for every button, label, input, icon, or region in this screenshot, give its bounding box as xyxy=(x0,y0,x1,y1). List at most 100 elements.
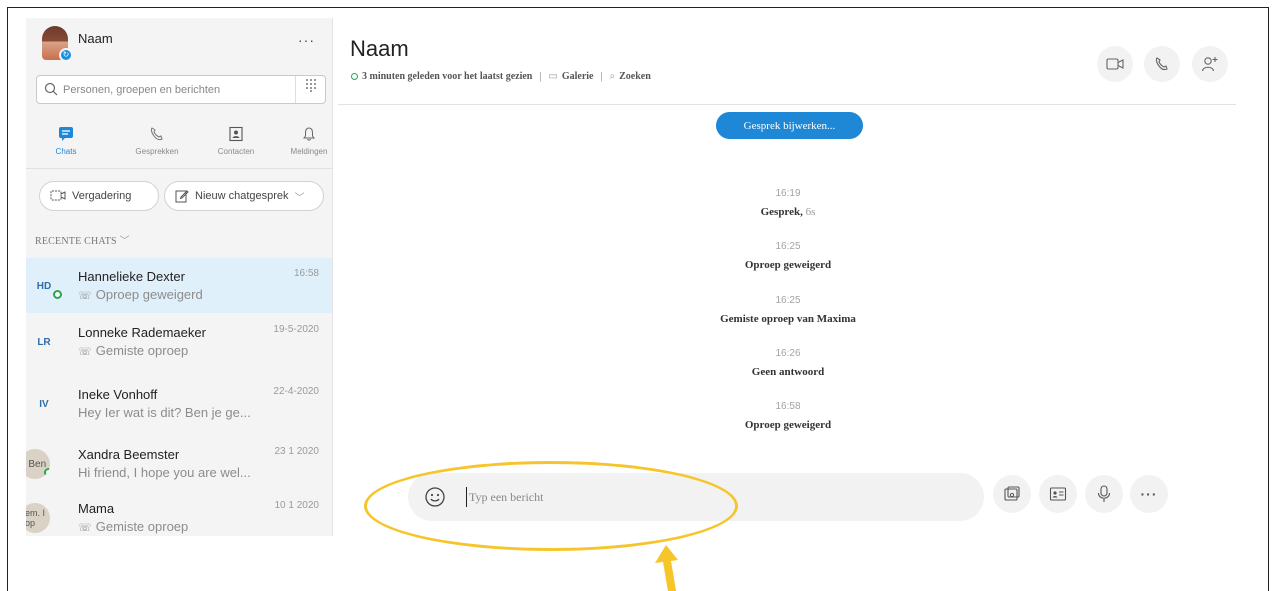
phone-icon: ☏ xyxy=(78,522,92,534)
status-badge: ↻ xyxy=(59,48,73,62)
avatar: LR xyxy=(37,336,51,348)
chat-preview: Hey Ier wat is dit? Ben je ge... xyxy=(78,405,251,420)
chat-preview: ☏ Gemiste oproep xyxy=(78,343,189,358)
chat-time: 22-4-2020 xyxy=(273,386,319,397)
phone-icon: ☏ xyxy=(78,346,92,358)
gallery-icon: ▭ xyxy=(548,71,558,82)
chat-name: Mama xyxy=(78,501,115,516)
contact-card-icon xyxy=(1049,487,1067,501)
new-chat-button[interactable]: Nieuw chatgesprek ﹀ xyxy=(164,181,324,211)
chat-time: 16:58 xyxy=(293,268,319,279)
tab-meldingen[interactable]: Meldingen xyxy=(274,123,332,156)
chat-name: Lonneke Rademaeker xyxy=(78,325,206,340)
list-item[interactable]: LR Lonneke Rademaeker 19-5-2020 ☏ Gemiste… xyxy=(26,314,332,369)
meeting-label: Vergadering xyxy=(72,190,132,202)
send-contact-button[interactable] xyxy=(1039,475,1077,513)
event-text: Geen antwoord xyxy=(751,366,825,378)
image-icon xyxy=(1004,486,1020,501)
nav-bar: Chats Gesprekken Contacten Meldingen xyxy=(26,115,332,169)
add-people-button[interactable] xyxy=(1192,46,1228,82)
add-person-icon xyxy=(1201,57,1218,72)
microphone-icon xyxy=(1097,485,1111,502)
chat-time: 19-5-2020 xyxy=(273,324,319,335)
message-input[interactable] xyxy=(466,487,886,507)
call-event: 16:19 Gesprek, 6s xyxy=(688,188,888,218)
online-status-icon xyxy=(53,290,62,299)
avatar: HD xyxy=(29,271,62,301)
profile-name: Naam xyxy=(78,31,113,46)
gallery-link[interactable]: Galerie xyxy=(562,71,594,82)
dialpad-icon[interactable] xyxy=(295,76,325,103)
search-input[interactable] xyxy=(63,80,293,100)
compose-icon xyxy=(175,190,189,203)
more-icon: ··· xyxy=(1140,486,1158,502)
search-link[interactable]: Zoeken xyxy=(619,71,651,82)
tab-label: Gesprekken xyxy=(135,147,179,156)
call-event: 16:25 Oproep geweigerd xyxy=(688,241,888,271)
list-item[interactable]: eem. I hop Mama 10 1 2020 ☏Gemiste oproe… xyxy=(26,490,332,536)
call-event: 16:58 Oproep geweigerd xyxy=(688,401,888,431)
search-box[interactable] xyxy=(36,75,326,104)
chat-preview: ☏ Gemiste oproep xyxy=(78,519,189,534)
divider: | xyxy=(600,71,603,82)
chat-preview: ☏ Oproep geweigerd xyxy=(78,287,203,302)
tab-label: Contacten xyxy=(217,147,255,156)
tab-label: Meldingen xyxy=(290,147,328,156)
event-text: Gemiste oproep van Maxima xyxy=(720,313,856,325)
call-event: 16:26 Geen antwoord xyxy=(688,348,888,378)
event-text: Oproep geweigerd xyxy=(744,259,832,271)
contacts-icon xyxy=(229,126,243,142)
event-time: 16:25 xyxy=(775,241,801,252)
video-call-button[interactable] xyxy=(1097,46,1133,82)
event-time: 16:58 xyxy=(775,401,801,412)
search-icon xyxy=(44,82,58,96)
avatar: IV xyxy=(39,398,49,410)
chevron-down-icon: ﹀ xyxy=(294,192,305,204)
sidebar: ↻ Naam ··· Chats Gesprekken Contacte xyxy=(26,18,333,536)
chevron-down-icon: ﹀ xyxy=(119,236,130,247)
chat-name: Ineke Vonhoff xyxy=(78,387,158,402)
avatar: eem. I hop xyxy=(26,503,50,533)
update-conversation-button[interactable]: Gesprek bijwerken... xyxy=(716,112,863,139)
chat-preview: Hi friend, I hope you are wel... xyxy=(78,465,251,480)
chat-name: Hannelieke Dexter xyxy=(78,269,185,284)
meeting-button[interactable]: Vergadering xyxy=(39,181,159,211)
event-text: Gesprek, 6s xyxy=(760,206,816,218)
tab-gesprekken[interactable]: Gesprekken xyxy=(122,123,192,156)
message-composer xyxy=(408,473,984,521)
tab-contacten[interactable]: Contacten xyxy=(201,123,271,156)
audio-call-button[interactable] xyxy=(1144,46,1180,82)
page-title: Naam xyxy=(350,36,409,61)
video-meeting-icon xyxy=(50,190,66,201)
list-item[interactable]: ? Ben Xandra Beemster 23 1 2020 Hi frien… xyxy=(26,436,332,491)
more-options-icon[interactable]: ··· xyxy=(298,32,315,48)
event-text: Oproep geweigerd xyxy=(744,419,832,431)
media-gallery-button[interactable] xyxy=(993,475,1031,513)
list-item[interactable]: HD Hannelieke Dexter 16:58 ☏ Oproep gewei… xyxy=(26,258,332,313)
event-time: 16:25 xyxy=(775,295,801,306)
recent-chats-label: RECENTE CHATS xyxy=(35,236,117,247)
emoji-icon[interactable] xyxy=(424,486,446,508)
conversation-meta: 3 minuten geleden voor het laatst gezien… xyxy=(351,71,651,82)
list-item[interactable]: IV Ineke Vonhoff 22-4-2020 Hey Ier wat i… xyxy=(26,376,332,431)
app-window: ↻ Naam ··· Chats Gesprekken Contacte xyxy=(7,7,1269,591)
phone-icon xyxy=(1155,57,1168,71)
chat-name: Xandra Beemster xyxy=(78,447,180,462)
avatar[interactable]: ↻ xyxy=(42,26,73,62)
new-chat-label: Nieuw chatgesprek xyxy=(195,190,289,202)
voice-message-button[interactable] xyxy=(1085,475,1123,513)
more-options-button[interactable]: ··· xyxy=(1130,475,1168,513)
phone-icon xyxy=(150,127,163,141)
online-status-icon xyxy=(44,468,50,477)
chat-time: 10 1 2020 xyxy=(274,500,320,511)
phone-icon: ☏ xyxy=(78,290,92,302)
profile-row[interactable]: ↻ Naam ··· xyxy=(26,18,332,68)
bell-icon xyxy=(303,127,315,141)
avatar: ? Ben xyxy=(26,449,50,479)
event-time: 16:26 xyxy=(775,348,801,359)
tab-chats[interactable]: Chats xyxy=(31,123,101,156)
tab-label: Chats xyxy=(55,147,77,156)
recent-chats-header[interactable]: RECENTE CHATS ﹀ xyxy=(35,232,130,247)
header-divider xyxy=(338,104,1236,105)
video-camera-icon xyxy=(1106,58,1124,70)
